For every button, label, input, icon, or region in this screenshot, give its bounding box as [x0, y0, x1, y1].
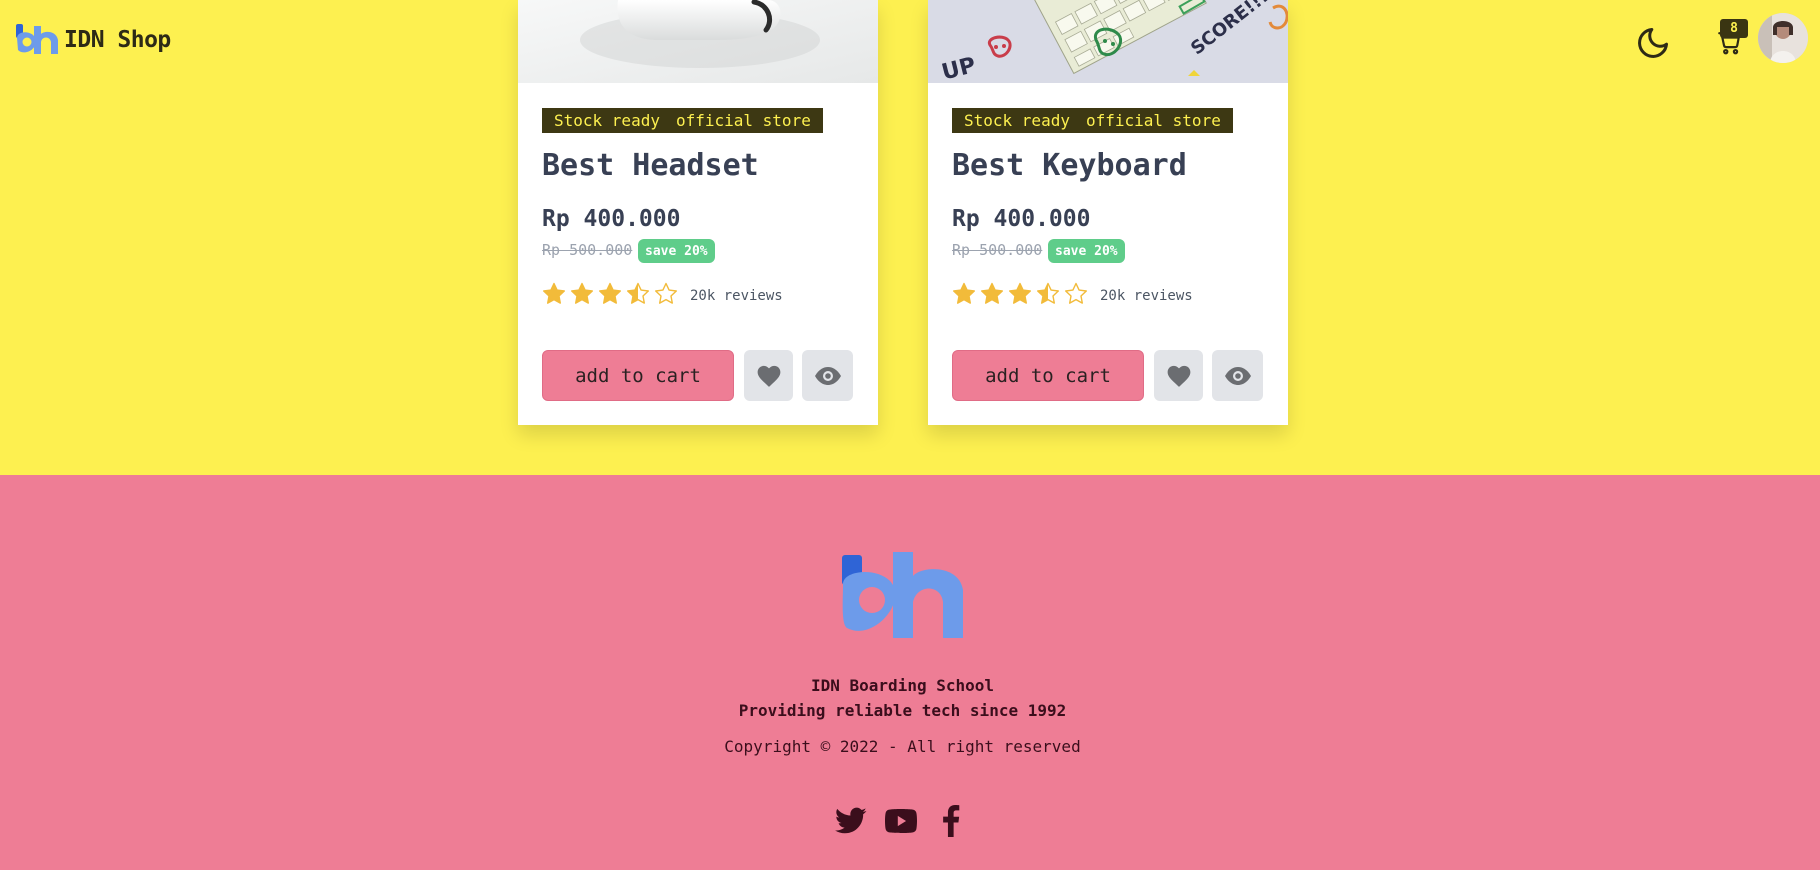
- eye-icon: [814, 366, 841, 385]
- avatar[interactable]: [1758, 13, 1808, 63]
- navbar: IDN Shop 8: [0, 0, 1820, 82]
- footer-copyright: Copyright © 2022 - All right reserved: [724, 737, 1081, 756]
- star-full-icon: [1009, 282, 1031, 304]
- quick-view-button[interactable]: [1212, 350, 1263, 401]
- add-to-cart-button[interactable]: add to cart: [952, 350, 1144, 401]
- idn-logo-icon: [842, 552, 963, 638]
- star-full-icon: [543, 282, 565, 304]
- star-full-icon: [953, 282, 975, 304]
- twitter-icon: [835, 807, 867, 834]
- tag-official: official store: [675, 111, 811, 130]
- star-empty-icon: [1065, 282, 1087, 304]
- product-card: UP SCORE!!! Stock ready official store B…: [928, 0, 1288, 425]
- add-to-cart-button[interactable]: add to cart: [542, 350, 734, 401]
- avatar-photo: [1758, 13, 1808, 63]
- idn-logo-icon: [16, 24, 58, 54]
- theme-toggle-button[interactable]: [1630, 20, 1676, 66]
- facebook-link[interactable]: [935, 805, 967, 837]
- tag-stock: Stock ready: [964, 111, 1070, 130]
- star-full-icon: [571, 282, 593, 304]
- favorite-button[interactable]: [1154, 350, 1203, 401]
- heart-icon: [1167, 365, 1190, 387]
- footer-tagline: Providing reliable tech since 1992: [738, 701, 1067, 720]
- twitter-link[interactable]: [835, 805, 867, 837]
- cart-count-badge: 8: [1720, 19, 1748, 38]
- review-count[interactable]: 20k reviews: [1100, 288, 1193, 304]
- star-half-icon: [1037, 282, 1059, 304]
- footer-school-name: IDN Boarding School: [810, 676, 995, 695]
- star-full-icon: [599, 282, 621, 304]
- brand-name: IDN Shop: [64, 27, 171, 53]
- star-half-icon: [627, 282, 649, 304]
- save-badge: save 20%: [638, 239, 715, 263]
- youtube-link[interactable]: [885, 805, 917, 837]
- review-count[interactable]: 20k reviews: [690, 288, 783, 304]
- product-image[interactable]: UP SCORE!!!: [928, 0, 1288, 83]
- product-old-price: Rp 500.000: [542, 241, 633, 259]
- star-rating: [542, 282, 678, 306]
- product-old-price: Rp 500.000: [952, 241, 1043, 259]
- product-tags: Stock ready official store: [952, 108, 1233, 133]
- headset-photo: [518, 0, 878, 83]
- product-tags: Stock ready official store: [542, 108, 823, 133]
- star-empty-icon: [655, 282, 677, 304]
- product-title[interactable]: Best Headset: [542, 148, 759, 183]
- product-title[interactable]: Best Keyboard: [952, 148, 1187, 183]
- product-price: Rp 400.000: [952, 206, 1091, 232]
- facebook-icon: [943, 805, 960, 837]
- youtube-icon: [885, 809, 917, 833]
- social-links: [835, 805, 967, 837]
- quick-view-button[interactable]: [802, 350, 853, 401]
- save-badge: save 20%: [1048, 239, 1125, 263]
- star-rating: [952, 282, 1088, 306]
- tag-official: official store: [1085, 111, 1221, 130]
- keyboard-photo: UP SCORE!!!: [928, 0, 1288, 83]
- product-price: Rp 400.000: [542, 206, 681, 232]
- product-card: Stock ready official store Best Headset …: [518, 0, 878, 425]
- moon-icon: [1638, 28, 1668, 58]
- product-image[interactable]: [518, 0, 878, 83]
- tag-stock: Stock ready: [554, 111, 660, 130]
- brand[interactable]: IDN Shop: [14, 22, 171, 58]
- heart-icon: [757, 365, 780, 387]
- eye-icon: [1224, 366, 1251, 385]
- star-full-icon: [981, 282, 1003, 304]
- favorite-button[interactable]: [744, 350, 793, 401]
